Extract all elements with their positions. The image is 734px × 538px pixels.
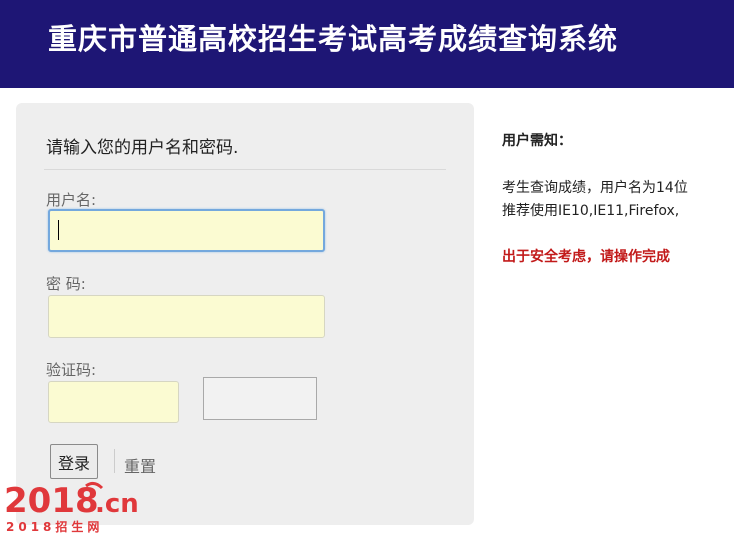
notice-warning: 出于安全考虑，请操作完成 bbox=[502, 249, 670, 265]
notice-title: 用户需知： bbox=[502, 133, 572, 149]
heading-divider bbox=[44, 169, 446, 170]
captcha-label: 验证码: bbox=[46, 361, 97, 379]
username-label: 用户名: bbox=[46, 191, 97, 209]
password-input[interactable] bbox=[48, 295, 325, 338]
page-header: 重庆市普通高校招生考试高考成绩查询系统 bbox=[0, 0, 734, 88]
notice-line-1: 考生查询成绩，用户名为14位 bbox=[502, 180, 688, 196]
text-caret bbox=[58, 220, 59, 240]
watermark-main-text: 2018 bbox=[4, 481, 99, 521]
username-input[interactable] bbox=[48, 209, 325, 252]
watermark-suffix-text: .cn bbox=[95, 489, 139, 519]
page-title: 重庆市普通高校招生考试高考成绩查询系统 bbox=[48, 22, 619, 56]
login-button[interactable]: 登录 bbox=[50, 444, 98, 479]
watermark-logo: 2018 .cn 2018招生网 bbox=[4, 481, 139, 534]
button-divider bbox=[114, 449, 115, 473]
notice-line-2: 推荐使用IE10,IE11,Firefox, bbox=[502, 203, 680, 219]
watermark-sub-text: 2018招生网 bbox=[6, 519, 103, 534]
password-label: 密 码: bbox=[46, 275, 86, 293]
captcha-input[interactable] bbox=[48, 381, 179, 423]
login-panel: 请输入您的用户名和密码. 用户名: 密 码: 验证码: 登录 重置 bbox=[16, 103, 474, 525]
user-notice: 用户需知： 考生查询成绩，用户名为14位 推荐使用IE10,IE11,Firef… bbox=[502, 100, 734, 340]
captcha-image[interactable] bbox=[203, 377, 317, 420]
reset-button[interactable]: 重置 bbox=[124, 453, 156, 477]
login-heading: 请输入您的用户名和密码. bbox=[46, 138, 239, 158]
